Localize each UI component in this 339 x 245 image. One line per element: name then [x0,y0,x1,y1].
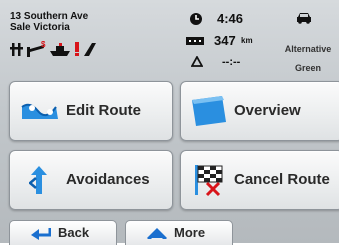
route-restrictions: $ [10,41,120,57]
back-label: Back [58,225,90,240]
cancel-route-button[interactable]: Cancel Route [180,150,339,210]
clock-icon [190,13,202,25]
svg-text:$: $ [41,41,46,49]
back-button[interactable]: Back [9,220,117,245]
checkered-flag-icon [195,165,223,197]
avoidances-detour-icon [29,166,47,194]
distance-unit: km [241,36,253,45]
back-arrow-icon [31,228,51,240]
ferry-icon [50,43,70,56]
more-button[interactable]: More [125,220,233,245]
destination-triangle-icon [191,56,203,67]
current-street: 13 Southern Ave [10,11,89,22]
overview-button[interactable]: Overview [180,81,339,141]
time-value: 4:46 [217,11,244,26]
distance-value: 347 [214,33,236,48]
route-type-label: Alternative [284,44,332,54]
edit-route-label: Edit Route [66,102,141,119]
avoidances-button[interactable]: Avoidances [9,150,173,210]
edit-route-button[interactable]: Edit Route [9,81,173,141]
eta-value: --:-- [222,56,241,68]
navigation-route-menu: 13 Southern Ave Sale Victoria $ 4:46 347… [0,0,339,245]
unpaved-road-icon [84,43,96,56]
chevron-up-icon [147,228,167,239]
route-color-label: Green [294,63,321,73]
cancel-route-label: Cancel Route [234,171,330,188]
overview-label: Overview [234,102,301,119]
toll-road-icon: $ [27,41,46,57]
highway-icon [10,43,23,56]
car-icon [297,13,311,24]
avoidances-label: Avoidances [66,171,150,188]
distance-icon [186,37,204,45]
more-label: More [174,225,206,240]
edit-route-icon [21,103,58,119]
warning-exclamation-icon [75,42,79,56]
overview-map-icon [192,96,226,126]
current-city: Sale Victoria [10,22,70,33]
